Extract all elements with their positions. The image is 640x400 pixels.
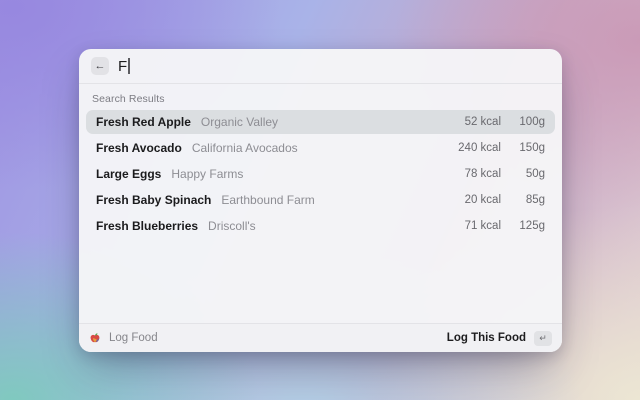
food-kcal: 78 kcal — [464, 168, 501, 180]
food-row[interactable]: Fresh Avocado California Avocados 240 kc… — [86, 136, 555, 160]
text-caret — [128, 58, 130, 74]
food-kcal: 71 kcal — [464, 220, 501, 232]
food-weight: 50g — [525, 168, 545, 180]
search-query-text: F — [118, 57, 128, 75]
food-weight: 85g — [525, 194, 545, 206]
food-row[interactable]: Fresh Red Apple Organic Valley 52 kcal 1… — [86, 110, 555, 134]
food-brand: Earthbound Farm — [221, 193, 315, 207]
search-input[interactable]: F — [118, 58, 130, 75]
food-kcal: 20 kcal — [464, 194, 501, 206]
food-kcal: 240 kcal — [458, 142, 501, 154]
back-button[interactable]: ← — [91, 57, 109, 75]
food-name: Large Eggs — [96, 167, 162, 181]
action-bar: Log Food Log This Food ↵ — [79, 323, 562, 352]
food-name: Fresh Blueberries — [96, 219, 199, 233]
food-row[interactable]: Fresh Blueberries Driscoll's 71 kcal 125… — [86, 214, 555, 238]
apple-icon — [90, 333, 100, 343]
primary-action-label: Log This Food — [446, 332, 526, 344]
search-bar: ← F — [79, 49, 562, 83]
food-search-palette: ← F Search Results Fresh Red Apple Organ… — [79, 49, 562, 352]
food-row[interactable]: Large Eggs Happy Farms 78 kcal 50g — [86, 162, 555, 186]
return-key-icon: ↵ — [539, 332, 547, 343]
back-arrow-icon: ← — [94, 60, 106, 72]
food-row[interactable]: Fresh Baby Spinach Earthbound Farm 20 kc… — [86, 188, 555, 212]
results-list: Fresh Red Apple Organic Valley 52 kcal 1… — [79, 110, 562, 240]
enter-keycap: ↵ — [534, 330, 552, 346]
food-weight: 100g — [519, 116, 545, 128]
food-name: Fresh Baby Spinach — [96, 193, 212, 207]
log-this-food-button[interactable]: Log This Food ↵ — [446, 330, 552, 346]
food-brand: Driscoll's — [208, 219, 256, 233]
food-name: Fresh Avocado — [96, 141, 182, 155]
section-header: Search Results — [92, 93, 165, 105]
food-brand: Organic Valley — [200, 115, 279, 129]
food-name: Fresh Red Apple — [96, 115, 191, 129]
food-brand: Happy Farms — [171, 167, 244, 181]
food-kcal: 52 kcal — [464, 116, 501, 128]
app-name-label: Log Food — [109, 332, 158, 344]
food-weight: 150g — [519, 142, 545, 154]
food-brand: California Avocados — [191, 141, 298, 155]
food-weight: 125g — [519, 220, 545, 232]
